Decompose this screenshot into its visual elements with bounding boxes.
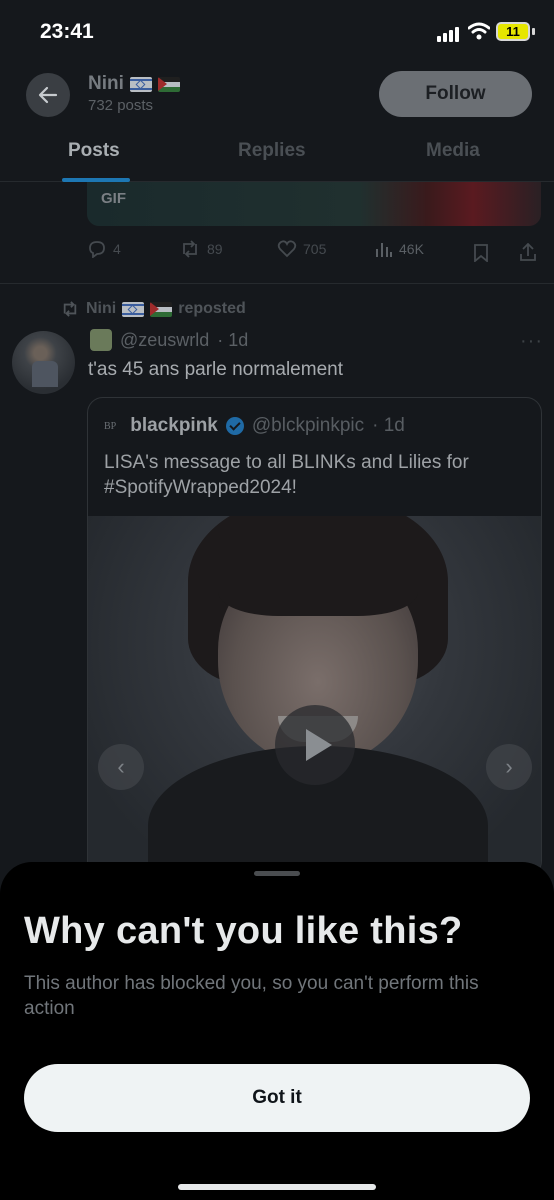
- tab-posts[interactable]: Posts: [68, 140, 120, 162]
- like-count: 705: [303, 241, 327, 257]
- israel-flag-icon: [122, 301, 145, 317]
- reply-icon: [89, 241, 105, 258]
- tab-media[interactable]: Media: [426, 140, 480, 162]
- got-it-button[interactable]: Got it: [24, 1064, 530, 1132]
- quoted-post-card[interactable]: BP blackpink @blckpinkpic · 1d LISA's me…: [87, 397, 542, 877]
- quote-text: LISA's message to all BLINKs and Lilies …: [104, 452, 469, 498]
- like-button[interactable]: 705: [277, 240, 326, 258]
- battery-level: 11: [506, 24, 520, 39]
- back-arrow-icon: [38, 86, 58, 104]
- blackpink-logo: BP: [104, 420, 117, 432]
- post-author-line: @zeuswrld · 1d: [90, 329, 248, 351]
- sheet-title: Why can't you like this?: [24, 910, 463, 952]
- video-frame-bangs: [218, 536, 418, 616]
- wifi-icon: [468, 22, 490, 40]
- author-avatar[interactable]: [12, 331, 75, 394]
- author-emoji-avatar: [90, 329, 112, 351]
- views-count: 46K: [399, 241, 424, 257]
- verified-icon: [225, 417, 244, 435]
- reply-count: 4: [113, 241, 121, 257]
- quote-author-handle: @blckpinkpic: [251, 415, 365, 436]
- quote-time: · 1d: [372, 415, 405, 436]
- sheet-drag-handle[interactable]: [254, 871, 300, 876]
- post-time: · 1d: [217, 329, 249, 350]
- palestine-flag-icon: [157, 76, 180, 92]
- home-indicator[interactable]: [178, 1184, 376, 1190]
- views-icon: [376, 243, 392, 257]
- battery-icon: 11: [496, 22, 530, 41]
- back-button[interactable]: [26, 73, 70, 117]
- tab-replies[interactable]: Replies: [238, 140, 306, 162]
- signal-icon: [437, 26, 461, 42]
- post-text: t'as 45 ans parle normalement: [88, 359, 343, 380]
- video-player[interactable]: ‹ ›: [88, 516, 541, 876]
- israel-flag-icon: [129, 76, 152, 92]
- author-handle[interactable]: @zeuswrld: [120, 330, 209, 351]
- profile-header: Nini 732 posts Follow: [0, 64, 554, 124]
- repost-icon: [63, 301, 77, 317]
- share-icon[interactable]: [519, 243, 537, 262]
- repost-count: 89: [207, 241, 223, 257]
- app-screen: 23:41 11 Nini 732 posts Follow Posts Rep…: [0, 0, 554, 1200]
- profile-tabs: Posts Replies Media: [0, 124, 554, 182]
- reposter-name: Nini: [86, 300, 117, 317]
- sheet-body: This author has blocked you, so you can'…: [24, 973, 479, 1019]
- like-icon: [277, 240, 297, 258]
- profile-name: Nini: [88, 73, 180, 95]
- status-bar: 23:41 11: [0, 0, 554, 64]
- repost-button[interactable]: 89: [179, 240, 223, 258]
- posts-count: 732 posts: [88, 97, 154, 114]
- post-action-bar: 4 89 705 46K: [87, 240, 541, 268]
- gif-media[interactable]: GIF: [87, 182, 541, 226]
- repost-label: reposted: [178, 300, 246, 317]
- battery-cap: [532, 28, 535, 35]
- views-button[interactable]: 46K: [375, 240, 424, 258]
- palestine-flag-icon: [150, 301, 173, 317]
- repost-indicator: Nini reposted: [60, 300, 246, 318]
- status-time: 23:41: [40, 20, 94, 43]
- quote-author-name: blackpink: [130, 415, 218, 436]
- repost-icon: [183, 240, 197, 258]
- gif-badge: GIF: [101, 190, 126, 207]
- bookmark-icon[interactable]: [473, 244, 489, 262]
- more-icon[interactable]: ···: [520, 330, 543, 353]
- follow-button[interactable]: Follow: [379, 71, 532, 117]
- chevron-left-icon[interactable]: ‹: [98, 744, 144, 790]
- reply-button[interactable]: 4: [87, 240, 121, 258]
- bottom-sheet: Why can't you like this? This author has…: [0, 862, 554, 1200]
- quote-header: BP blackpink @blckpinkpic · 1d: [104, 415, 405, 437]
- post-divider: [0, 283, 554, 284]
- play-icon[interactable]: [275, 705, 355, 785]
- chevron-right-icon[interactable]: ›: [486, 744, 532, 790]
- profile-name-text: Nini: [88, 73, 124, 94]
